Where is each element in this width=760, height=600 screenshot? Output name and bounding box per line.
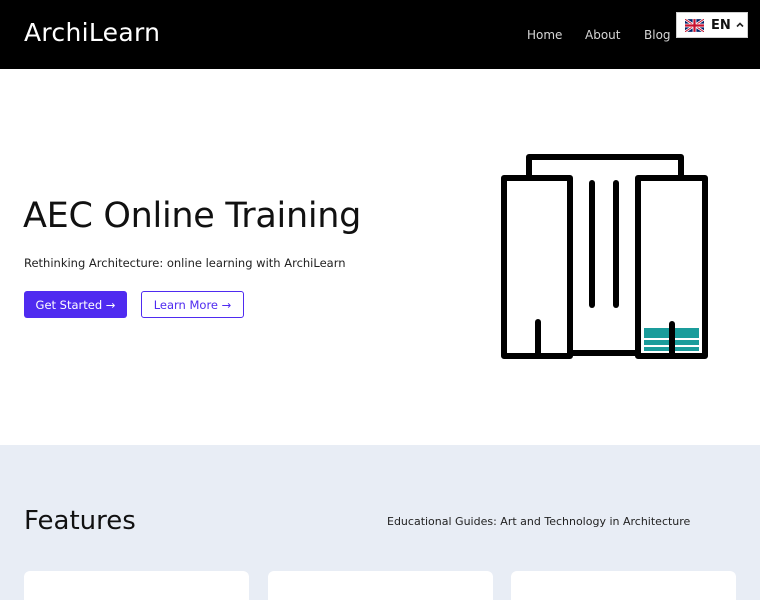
chevron-up-icon (736, 22, 744, 28)
language-code: EN (711, 17, 731, 33)
feature-card[interactable] (24, 571, 249, 600)
hero-title: AEC Online Training (23, 196, 362, 236)
features-section: Features Educational Guides: Art and Tec… (0, 445, 760, 600)
nav-blog-link[interactable]: Blog (644, 28, 671, 42)
get-started-button[interactable]: Get Started → (24, 291, 127, 318)
nav-about-link[interactable]: About (585, 28, 620, 42)
nav-home-link[interactable]: Home (527, 28, 562, 42)
feature-card[interactable] (268, 571, 493, 600)
site-header: ArchiLearn Home About Blog EN (0, 0, 760, 69)
site-logo[interactable]: ArchiLearn (24, 18, 160, 47)
uk-flag-icon (685, 18, 704, 32)
learn-more-button[interactable]: Learn More → (141, 291, 244, 318)
hero-subtitle: Rethinking Architecture: online learning… (24, 256, 346, 270)
feature-card[interactable] (511, 571, 736, 600)
features-title: Features (24, 506, 136, 536)
language-selector[interactable]: EN (676, 12, 748, 38)
building-icon (501, 154, 708, 359)
features-subtitle: Educational Guides: Art and Technology i… (387, 515, 691, 528)
